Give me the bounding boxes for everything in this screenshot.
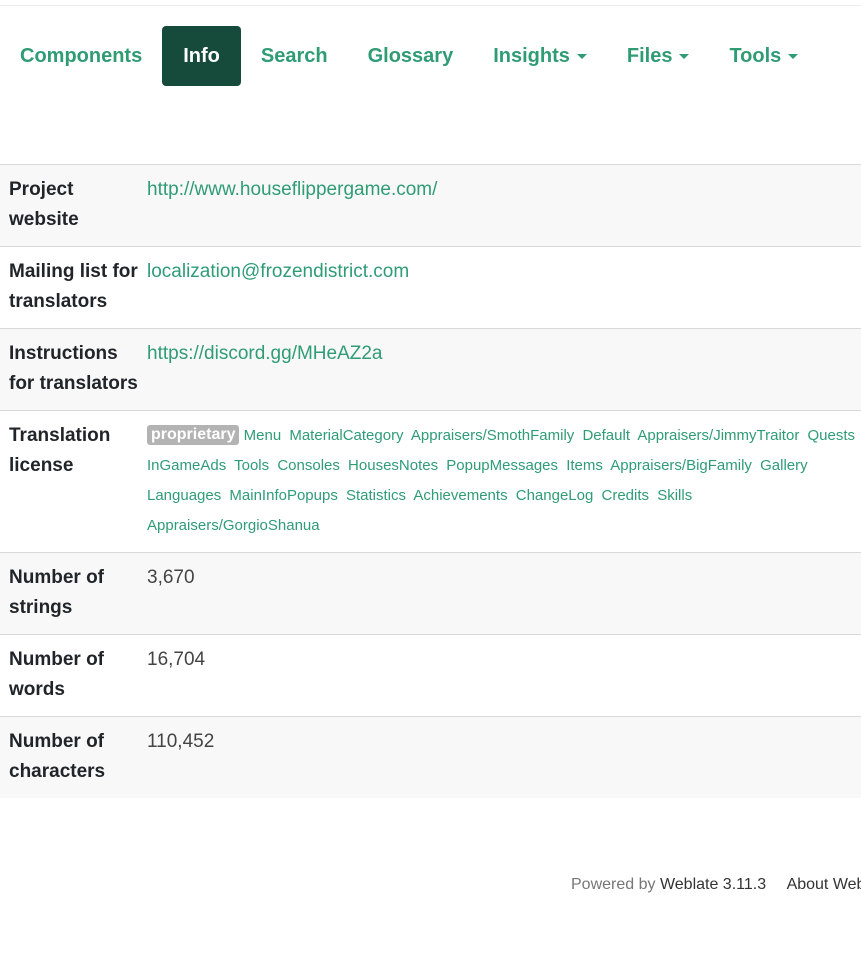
weblate-version-link[interactable]: Weblate 3.11.3 [660,876,766,893]
tab-glossary[interactable]: Glossary [348,26,474,86]
license-component-link[interactable]: ChangeLog [516,487,594,504]
tab-insights[interactable]: Insights [473,26,607,86]
license-component-link[interactable]: Consoles [277,457,340,474]
license-component-link[interactable]: Languages [147,487,221,504]
table-row: Number of characters 110,452 [0,716,861,799]
strings-count: 3,670 [147,567,195,588]
tab-label: Insights [493,44,570,67]
row-label: Number of characters [9,731,106,782]
powered-by-text: Powered by [571,876,656,893]
tab-components[interactable]: Components [0,26,162,86]
row-value: 3,670 [147,553,861,635]
license-component-link[interactable]: PopupMessages [446,457,558,474]
license-components: Menu MaterialCategory Appraisers/SmothFa… [147,427,859,534]
license-component-link[interactable]: Gallery [760,457,808,474]
table-row: Instructions for translators https://dis… [0,328,861,411]
license-component-link[interactable]: Credits [602,487,650,504]
project-tabs: Components Info Search Glossary Insights… [0,26,861,86]
instructions-link[interactable]: https://discord.gg/MHeAZ2a [147,343,383,364]
caret-down-icon [788,53,799,59]
license-component-link[interactable]: MainInfoPopups [229,487,337,504]
license-component-link[interactable]: Skills [657,487,692,504]
tab-label: Components [20,44,143,67]
caret-down-icon [576,53,587,59]
row-value: localization@frozendistrict.com [147,247,861,329]
top-divider [0,5,861,6]
tab-info[interactable]: Info [162,26,241,86]
row-label: Project website [9,179,79,230]
about-weblate-link[interactable]: About Weblate [787,876,861,893]
row-value: http://www.houseflippergame.com/ [147,165,861,247]
footer: Powered by Weblate 3.11.3 About Weblate [571,876,861,894]
row-label: Number of words [9,649,104,700]
table-row: Project website http://www.houseflipperg… [0,164,861,247]
license-component-link[interactable]: Menu [244,427,282,444]
row-value: https://discord.gg/MHeAZ2a [147,329,861,411]
row-value: 110,452 [147,717,861,799]
license-component-link[interactable]: Achievements [413,487,507,504]
tab-label: Files [626,44,673,67]
license-component-link[interactable]: Tools [234,457,269,474]
tab-files[interactable]: Files [607,26,710,86]
characters-count: 110,452 [147,731,215,752]
table-row: Translation license proprietary Menu Mat… [0,410,861,553]
row-label: Translation license [9,425,111,476]
table-row: Number of strings 3,670 [0,552,861,635]
table-row: Mailing list for translators localizatio… [0,246,861,329]
tab-search[interactable]: Search [241,26,348,86]
license-component-link[interactable]: MaterialCategory [289,427,403,444]
license-value: proprietary Menu MaterialCategory Apprai… [147,411,861,553]
license-component-link[interactable]: Statistics [346,487,406,504]
license-component-link[interactable]: InGameAds [147,457,226,474]
row-label: Number of strings [9,567,104,618]
mailing-list-link[interactable]: localization@frozendistrict.com [147,261,409,282]
tab-label: Info [183,44,220,67]
license-component-link[interactable]: Appraisers/SmothFamily [411,427,574,444]
project-website-link[interactable]: http://www.houseflippergame.com/ [147,179,437,200]
tab-tools[interactable]: Tools [709,26,818,86]
license-component-link[interactable]: Quests [807,427,855,444]
words-count: 16,704 [147,649,206,670]
row-value: 16,704 [147,635,861,717]
license-component-link[interactable]: Default [582,427,630,444]
row-label: Mailing list for translators [9,261,138,312]
license-badge: proprietary [147,425,240,446]
license-component-link[interactable]: Appraisers/JimmyTraitor [637,427,799,444]
table-row: Number of words 16,704 [0,634,861,717]
tab-label: Glossary [367,44,454,67]
license-component-link[interactable]: HousesNotes [348,457,438,474]
tab-label: Tools [729,44,782,67]
row-label: Instructions for translators [9,343,138,394]
project-info-table: Project website http://www.houseflipperg… [0,164,861,798]
license-component-link[interactable]: Appraisers/GorgioShanua [147,517,320,534]
license-component-link[interactable]: Appraisers/BigFamily [610,457,752,474]
caret-down-icon [679,53,690,59]
license-component-link[interactable]: Items [566,457,603,474]
tab-label: Search [260,44,328,67]
